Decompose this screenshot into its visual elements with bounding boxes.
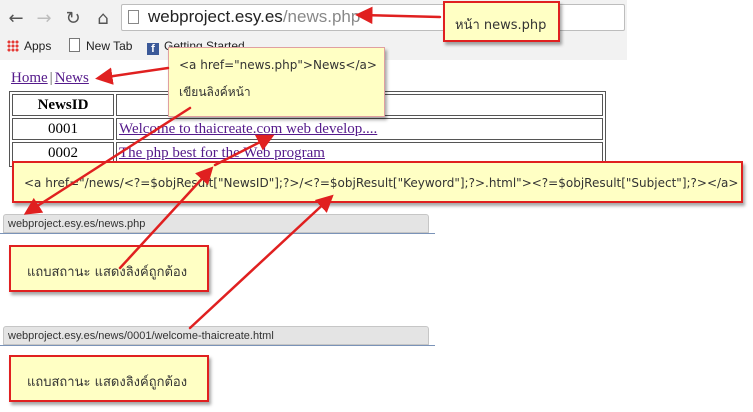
arrow-to-subject-link [213, 134, 275, 167]
arrow-from-status-note-2 [188, 194, 334, 330]
arrow-to-status-bar [23, 106, 192, 215]
arrow-to-url [355, 6, 442, 25]
annotation-arrows [23, 6, 442, 330]
arrow-to-news-link [95, 66, 170, 85]
arrow-from-status-note [118, 166, 214, 270]
